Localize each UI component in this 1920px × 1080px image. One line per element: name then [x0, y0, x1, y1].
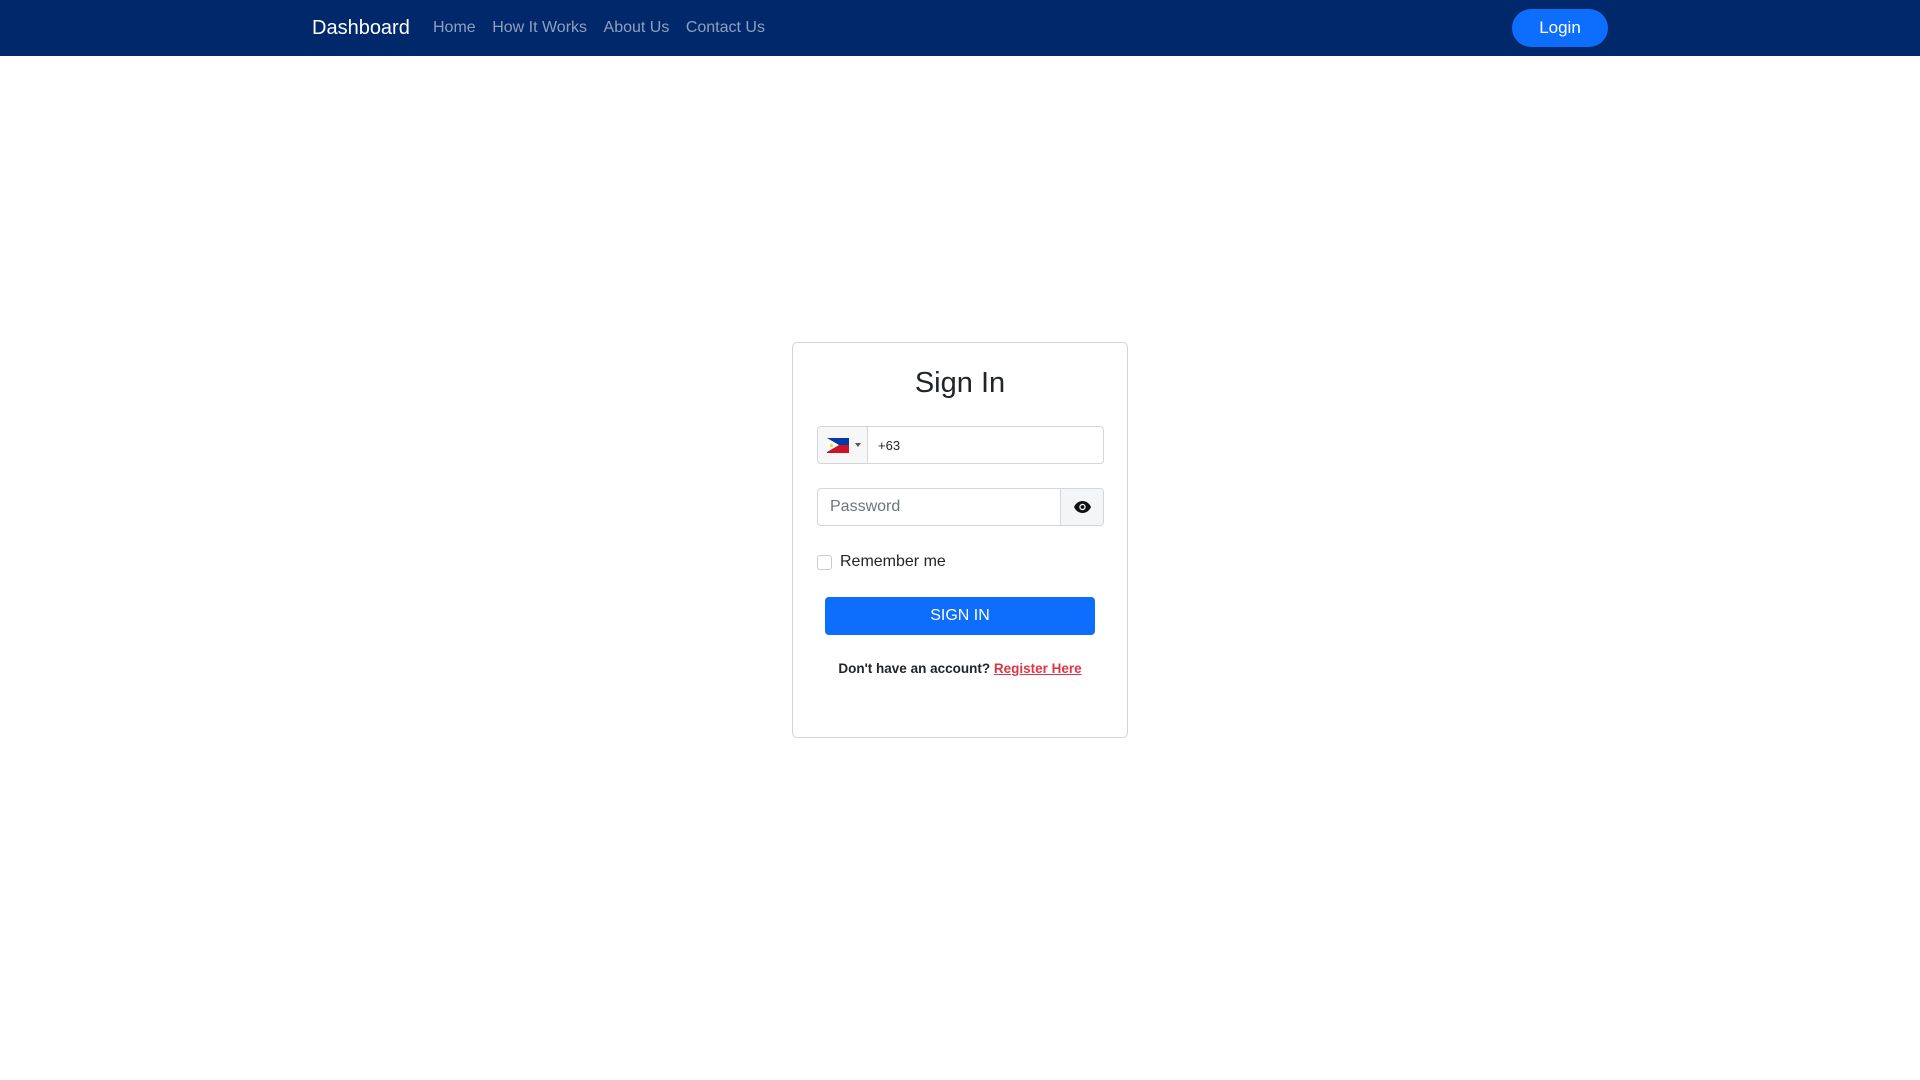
phone-field-group — [817, 426, 1104, 464]
nav-link-how-it-works[interactable]: How It Works — [492, 18, 587, 38]
nav-link-home[interactable]: Home — [433, 18, 476, 38]
password-field-group — [817, 488, 1104, 526]
top-navbar: Dashboard Home How It Works About Us Con… — [0, 0, 1920, 56]
philippines-flag-icon — [827, 437, 849, 453]
remember-me-row: Remember me — [817, 552, 946, 572]
eye-icon — [1073, 501, 1091, 513]
nav-link-contact-us[interactable]: Contact Us — [686, 18, 765, 38]
nav-links: Home How It Works About Us Contact Us — [433, 18, 781, 38]
register-prompt: Don't have an account? Register Here — [793, 661, 1127, 676]
sign-in-title: Sign In — [914, 367, 1006, 399]
phone-input[interactable] — [868, 427, 1103, 463]
country-code-dropdown[interactable] — [818, 427, 868, 463]
brand-link[interactable]: Dashboard — [312, 16, 410, 40]
register-link[interactable]: Register Here — [994, 661, 1082, 676]
sign-in-card: Sign In Remember me SIGN IN Don't have a… — [792, 342, 1128, 738]
remember-me-checkbox[interactable] — [817, 554, 832, 570]
caret-down-icon — [855, 443, 861, 447]
register-prompt-text: Don't have an account? — [838, 661, 991, 676]
show-password-button[interactable] — [1060, 489, 1103, 525]
remember-me-label[interactable]: Remember me — [840, 552, 946, 572]
nav-link-about-us[interactable]: About Us — [604, 18, 670, 38]
sign-in-button[interactable]: SIGN IN — [825, 597, 1095, 635]
login-button[interactable]: Login — [1512, 9, 1608, 47]
password-input[interactable] — [818, 489, 1060, 525]
